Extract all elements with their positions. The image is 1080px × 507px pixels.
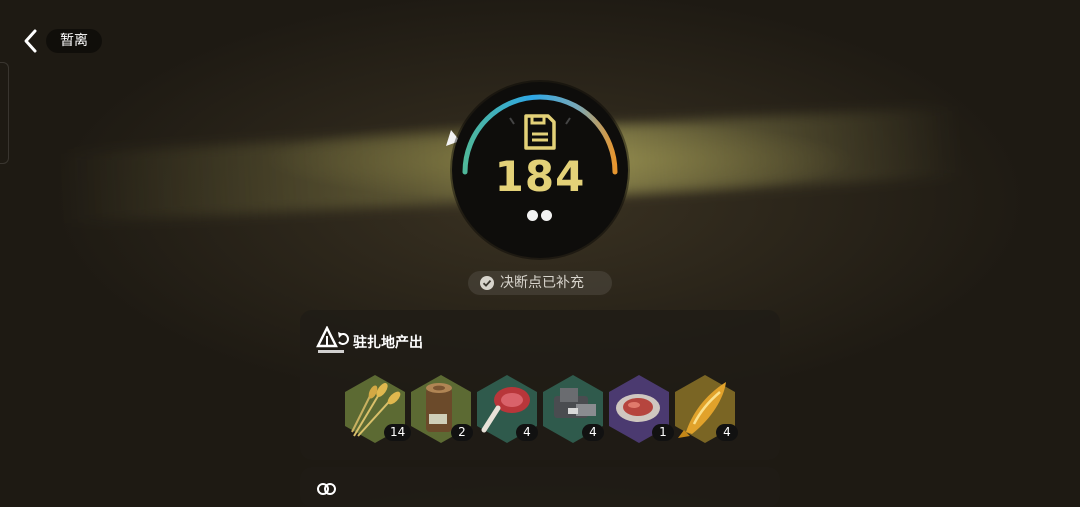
check-circle-icon	[480, 276, 494, 290]
camp-output-panel: 驻扎地产出 14 2 4 4 1 4	[300, 310, 780, 460]
camp-output-title: 驻扎地产出	[353, 335, 423, 351]
item-metal-parts[interactable]: 4	[542, 374, 604, 444]
item-count: 4	[582, 424, 604, 441]
side-drawer-handle[interactable]	[0, 62, 9, 164]
item-meat-steak[interactable]: 4	[476, 374, 538, 444]
status-badge: 决断点已补充	[468, 271, 612, 295]
item-count: 14	[384, 424, 412, 441]
item-count: 1	[652, 424, 674, 441]
panel-icon	[317, 483, 336, 495]
charge-dot	[527, 210, 538, 221]
item-meat-plate[interactable]: 1	[608, 374, 674, 444]
item-tree-stump[interactable]: 2	[410, 374, 473, 444]
item-count: 4	[516, 424, 538, 441]
charge-dot	[541, 210, 552, 221]
camp-tent-icon	[316, 326, 349, 353]
pause-button[interactable]: 暂离	[46, 29, 102, 53]
item-count: 4	[716, 424, 738, 441]
back-arrow-icon[interactable]	[20, 28, 42, 54]
decision-points-dial: 184	[452, 82, 628, 258]
item-count: 2	[451, 424, 473, 441]
decision-points-value: 184	[494, 152, 586, 201]
second-panel	[300, 467, 780, 507]
item-wheat[interactable]: 14	[344, 374, 412, 444]
status-text: 决断点已补充	[500, 275, 584, 291]
save-disk-icon	[524, 114, 556, 150]
item-golden-fish[interactable]: 4	[674, 374, 738, 444]
charge-dots	[527, 206, 557, 221]
